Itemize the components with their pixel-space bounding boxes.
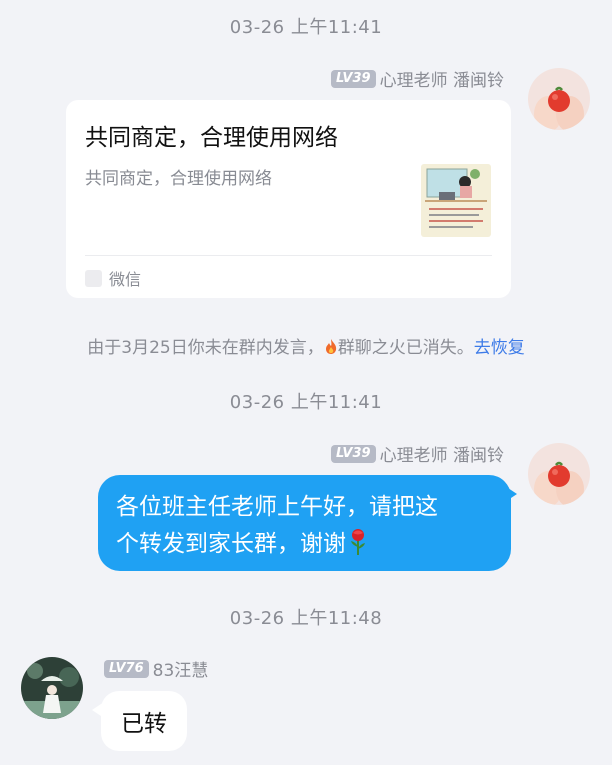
level-badge: LV76 [104,659,149,678]
card-source: 微信 [85,266,141,290]
sender-line: LV76 83汪慧 [104,656,208,681]
sender-name: 83汪慧 [152,661,209,681]
rose-icon [348,528,368,568]
timestamp: 03-26 上午11:41 [229,17,383,38]
avatar[interactable] [528,443,590,505]
restore-link[interactable]: 去恢复 [474,338,525,358]
system-notice: 由于3月25日你未在群内发言， 群聊之火已消失。去恢复 [0,333,612,360]
sender-line: LV39 心理老师 潘闽铃 [330,66,504,91]
level-badge: LV39 [330,444,376,463]
article-card[interactable]: 共同商定，合理使用网络 共同商定，合理使用网络 微信 [66,100,511,298]
timestamp: 03-26 上午11:48 [229,608,383,629]
sender-line: LV39 心理老师 潘闽铃 [330,441,504,466]
card-divider [85,255,492,256]
avatar[interactable] [21,657,83,719]
message-text: 个转发到家长群，谢谢 [116,531,346,557]
avatar[interactable] [528,68,590,130]
level-badge: LV39 [330,69,376,88]
sender-name: 心理老师 潘闽铃 [379,71,504,91]
message-text-line-2: 个转发到家长群，谢谢 [116,526,493,568]
card-description: 共同商定，合理使用网络 [85,169,272,189]
message-text-line: 各位班主任老师上午好，请把这 [116,494,438,520]
fire-icon [324,338,338,360]
sender-name: 心理老师 潘闽铃 [379,446,504,466]
notice-text: 群聊之火已消失。 [337,338,474,358]
message-bubble[interactable]: 各位班主任老师上午好，请把这 个转发到家长群，谢谢 [98,475,511,571]
card-thumbnail [421,164,491,237]
wechat-source-icon [85,269,102,287]
message-text: 已转 [121,711,167,737]
notice-prefix: 由于3月25日你未在群内发言， [87,338,324,358]
card-source-label: 微信 [109,270,142,289]
card-title: 共同商定，合理使用网络 [85,125,338,151]
message-bubble[interactable]: 已转 [101,691,187,751]
timestamp: 03-26 上午11:41 [229,392,383,413]
